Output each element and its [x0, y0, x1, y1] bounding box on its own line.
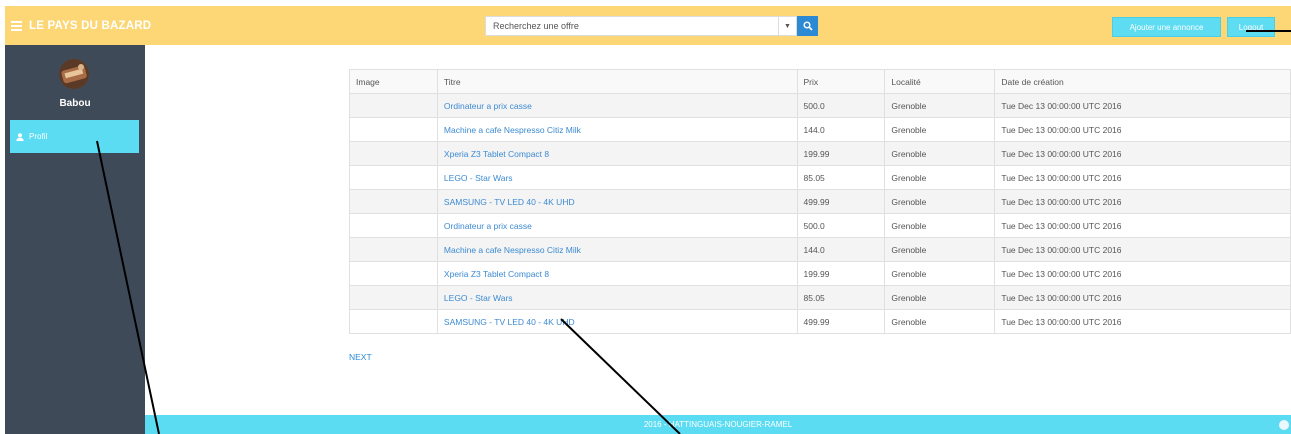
listing-title-link[interactable]: LEGO - Star Wars	[436, 165, 798, 190]
cell-date: Tue Dec 13 00:00:00 UTC 2016	[994, 237, 1291, 262]
cell-date: Tue Dec 13 00:00:00 UTC 2016	[994, 165, 1291, 190]
cell-date: Tue Dec 13 00:00:00 UTC 2016	[994, 213, 1291, 238]
footer: 2016 - HATTINGUAIS-NOUGIER-RAMEL	[145, 415, 1291, 434]
listing-title-link[interactable]: Ordinateur a prix casse	[436, 213, 798, 238]
table-row: LEGO - Star Wars 85.05 Grenoble Tue Dec 13 …	[349, 165, 1291, 190]
listing-title-link[interactable]: SAMSUNG - TV LED 40 - 4K UHD	[436, 309, 798, 334]
username: Babou	[59, 98, 91, 109]
cell-price: 85.05	[796, 165, 886, 190]
search-icon	[802, 21, 813, 31]
cell-price: 499.99	[796, 189, 886, 214]
search-button[interactable]	[797, 16, 818, 36]
table-header-row: Image Titre Prix Localité Date de créati…	[349, 69, 1291, 94]
next-page-link[interactable]: NEXT	[349, 352, 372, 362]
cell-location: Grenoble	[884, 237, 996, 262]
top-navbar: LE PAYS DU BAZARD ▼ Ajouter une annonce …	[5, 6, 1291, 45]
search-bar: ▼	[485, 16, 836, 36]
hamburger-menu-icon[interactable]	[11, 19, 22, 33]
sidebar-item-profil[interactable]: Profil	[10, 120, 139, 153]
column-header-location[interactable]: Localité	[884, 69, 996, 94]
table-row: Machine a cafe Nespresso Citiz Milk 144.0…	[349, 237, 1291, 262]
chevron-up-icon[interactable]	[1279, 420, 1289, 430]
column-header-image[interactable]: Image	[349, 69, 438, 94]
cell-image	[349, 261, 438, 286]
sidebar: Babou Profil	[5, 45, 145, 434]
cell-price: 144.0	[796, 117, 886, 142]
cell-price: 85.05	[796, 285, 886, 310]
logout-button[interactable]: Logout	[1227, 17, 1275, 37]
caret-down-icon: ▼	[784, 22, 791, 30]
cell-location: Grenoble	[884, 165, 996, 190]
cell-location: Grenoble	[884, 141, 996, 166]
cell-date: Tue Dec 13 00:00:00 UTC 2016	[994, 93, 1291, 118]
cell-image	[349, 189, 438, 214]
cell-price: 199.99	[796, 261, 886, 286]
table-body: Ordinateur a prix casse 500.0 Grenoble Tue …	[349, 93, 1291, 334]
table-row: Ordinateur a prix casse 500.0 Grenoble Tue …	[349, 93, 1291, 118]
app-window: LE PAYS DU BAZARD ▼ Ajouter une annonce …	[5, 6, 1291, 434]
listing-title-link[interactable]: Machine a cafe Nespresso Citiz Milk	[436, 117, 798, 142]
cell-date: Tue Dec 13 00:00:00 UTC 2016	[994, 261, 1291, 286]
cell-price: 144.0	[796, 237, 886, 262]
table-row: SAMSUNG - TV LED 40 - 4K UHD 499.99 Grenob…	[349, 189, 1291, 214]
table-row: Xperia Z3 Tablet Compact 8 199.99 Grenoble…	[349, 261, 1291, 286]
listing-title-link[interactable]: Ordinateur a prix casse	[436, 93, 798, 118]
cell-location: Grenoble	[884, 309, 996, 334]
cell-image	[349, 117, 438, 142]
sidebar-item-label: Profil	[29, 132, 48, 141]
cell-date: Tue Dec 13 00:00:00 UTC 2016	[994, 189, 1291, 214]
cell-image	[349, 165, 438, 190]
search-input[interactable]	[485, 16, 778, 36]
listing-title-link[interactable]: Machine a cafe Nespresso Citiz Milk	[436, 237, 798, 262]
cell-location: Grenoble	[884, 189, 996, 214]
table-row: LEGO - Star Wars 85.05 Grenoble Tue Dec 13 …	[349, 285, 1291, 310]
cell-image	[349, 213, 438, 238]
cell-price: 500.0	[796, 93, 886, 118]
cell-image	[349, 237, 438, 262]
cell-date: Tue Dec 13 00:00:00 UTC 2016	[994, 285, 1291, 310]
table-row: Ordinateur a prix casse 500.0 Grenoble Tue …	[349, 213, 1291, 238]
table-row: Xperia Z3 Tablet Compact 8 199.99 Grenoble…	[349, 141, 1291, 166]
search-category-dropdown[interactable]: ▼	[778, 16, 797, 36]
cell-image	[349, 93, 438, 118]
column-header-date[interactable]: Date de création	[994, 69, 1291, 94]
main-content: Image Titre Prix Localité Date de créati…	[145, 45, 1291, 415]
cell-price: 199.99	[796, 141, 886, 166]
user-icon	[16, 132, 24, 141]
column-header-price[interactable]: Prix	[796, 69, 886, 94]
cell-date: Tue Dec 13 00:00:00 UTC 2016	[994, 117, 1291, 142]
cell-date: Tue Dec 13 00:00:00 UTC 2016	[994, 309, 1291, 334]
cell-price: 500.0	[796, 213, 886, 238]
cell-location: Grenoble	[884, 285, 996, 310]
listing-title-link[interactable]: SAMSUNG - TV LED 40 - 4K UHD	[436, 189, 798, 214]
cell-location: Grenoble	[884, 117, 996, 142]
cell-location: Grenoble	[884, 93, 996, 118]
avatar[interactable]	[59, 59, 89, 89]
column-header-title[interactable]: Titre	[436, 69, 798, 94]
listing-title-link[interactable]: Xperia Z3 Tablet Compact 8	[436, 141, 798, 166]
cell-image	[349, 141, 438, 166]
brand[interactable]: LE PAYS DU BAZARD	[11, 6, 151, 45]
listing-title-link[interactable]: LEGO - Star Wars	[436, 285, 798, 310]
cell-date: Tue Dec 13 00:00:00 UTC 2016	[994, 141, 1291, 166]
listing-title-link[interactable]: Xperia Z3 Tablet Compact 8	[436, 261, 798, 286]
cell-image	[349, 309, 438, 334]
cell-image	[349, 285, 438, 310]
add-listing-button[interactable]: Ajouter une annonce	[1112, 17, 1221, 37]
table-row: SAMSUNG - TV LED 40 - 4K UHD 499.99 Grenob…	[349, 309, 1291, 334]
table-row: Machine a cafe Nespresso Citiz Milk 144.0…	[349, 117, 1291, 142]
cell-price: 499.99	[796, 309, 886, 334]
cell-location: Grenoble	[884, 213, 996, 238]
listings-table: Image Titre Prix Localité Date de créati…	[349, 69, 1291, 334]
brand-title[interactable]: LE PAYS DU BAZARD	[29, 20, 151, 32]
footer-text: 2016 - HATTINGUAIS-NOUGIER-RAMEL	[643, 420, 793, 429]
cell-location: Grenoble	[884, 261, 996, 286]
